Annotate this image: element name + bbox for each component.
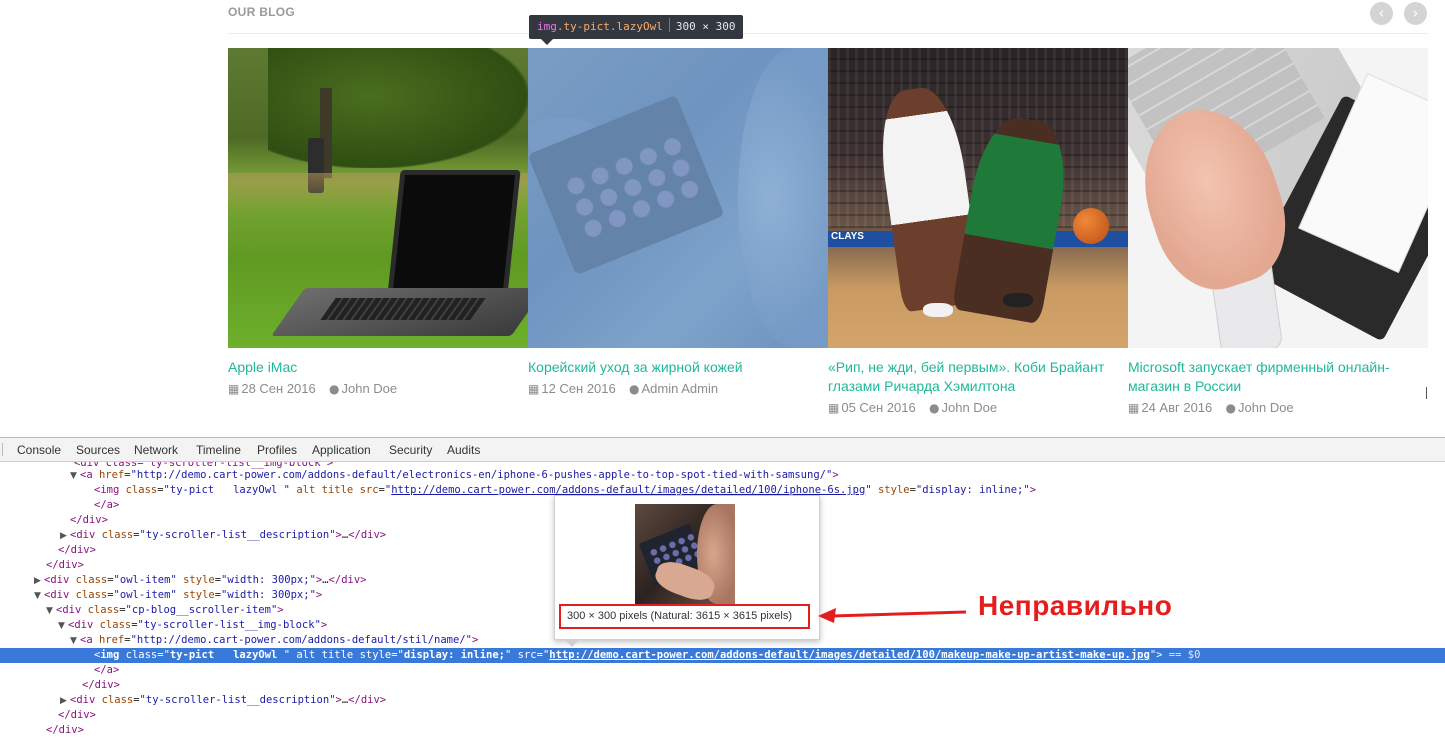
tab-sources[interactable]: Sources [76,443,120,457]
image-dimensions: 300 × 300 pixels (Natural: 3615 × 3615 p… [559,604,810,629]
red-arrow-icon [818,608,967,623]
dom-line[interactable]: </div> [0,723,1445,738]
element-tooltip: img.ty-pict.lazyOwl 300 × 300 [529,15,744,45]
dom-line[interactable]: ▶ <div class="ty-scroller-list__descripti… [0,693,1445,708]
dom-line[interactable]: ▼ <a href="http://demo.cart-power.com/add… [0,468,1445,483]
post-meta: ▦ 05 Сен 2016 ● John Doe [828,400,1128,415]
tab-security[interactable]: Security [389,443,432,457]
tab-network[interactable]: Network [134,443,178,457]
calendar-icon: ▦ [528,382,540,396]
blog-card: Корейский уход за жирной кожей ▦ 12 Сен 2… [528,48,828,396]
user-icon: ● [1225,401,1237,415]
devtools-tabbar: Console Sources Network Timeline Profile… [0,438,1445,462]
post-date: 12 Сен 2016 [541,381,616,396]
dom-line[interactable]: </div> [0,708,1445,723]
elements-tab-stub[interactable] [0,443,3,456]
dom-line[interactable]: </a> [0,663,1445,678]
post-date: 24 Авг 2016 [1141,400,1213,415]
calendar-icon: ▦ [228,382,240,396]
tab-timeline[interactable]: Timeline [196,443,241,457]
dom-line-selected[interactable]: <img class="ty-pict lazyOwl " alt title … [0,648,1445,663]
post-author: John Doe [1238,400,1294,415]
post-image-makeup[interactable] [528,48,828,348]
text-cursor [1426,387,1427,399]
user-icon: ● [929,401,940,415]
post-image-basketball[interactable]: CLAYSCLAYS [828,48,1128,348]
user-icon: ● [629,382,640,396]
tab-audits[interactable]: Audits [447,443,480,457]
image-preview-popup: 300 × 300 pixels (Natural: 3615 × 3615 p… [554,495,820,647]
post-author: Admin Admin [641,381,719,396]
carousel-next-button[interactable]: › [1404,2,1427,25]
blog-card: Apple iMac ▦ 28 Сен 2016 ● John Doe [228,48,528,396]
post-image-laptop[interactable] [228,48,528,348]
post-image-desk[interactable] [1128,48,1428,348]
tooltip-size: 300 × 300 [675,20,736,33]
post-author: John Doe [341,381,398,396]
post-date: 28 Сен 2016 [241,381,316,396]
calendar-icon: ▦ [1128,401,1140,415]
post-title-link[interactable]: «Рип, не жди, бей первым». Коби Брайант … [828,358,1128,396]
carousel-prev-button[interactable]: ‹ [1370,2,1393,25]
annotation-label: Неправильно [978,590,1173,621]
element-highlight-overlay [528,48,828,348]
user-icon: ● [329,382,340,396]
tab-application[interactable]: Application [312,443,371,457]
calendar-icon: ▦ [828,401,840,415]
post-title-link[interactable]: Корейский уход за жирной кожей [528,358,828,377]
section-divider [228,33,1428,34]
tab-profiles[interactable]: Profiles [257,443,297,457]
tab-console[interactable]: Console [17,443,61,457]
dom-line[interactable]: </div> [0,678,1445,693]
post-author: John Doe [941,400,998,415]
blog-card: Microsoft запускает фирменный онлайн-маг… [1128,48,1428,415]
post-meta: ▦ 24 Авг 2016 ● John Doe [1128,400,1428,415]
tooltip-tag: img [537,20,557,33]
section-title: OUR BLOG [228,5,296,19]
post-title-link[interactable]: Microsoft запускает фирменный онлайн-маг… [1128,358,1428,396]
image-preview-thumbnail [635,504,735,604]
post-meta: ▦ 12 Сен 2016 ● Admin Admin [528,381,828,396]
post-date: 05 Сен 2016 [841,400,916,415]
post-title-link[interactable]: Apple iMac [228,358,528,377]
post-meta: ▦ 28 Сен 2016 ● John Doe [228,381,528,396]
blog-card: CLAYSCLAYS «Рип, не жди, бей первым». Ко… [828,48,1128,415]
tooltip-classes: .ty-pict.lazyOwl [556,20,663,33]
